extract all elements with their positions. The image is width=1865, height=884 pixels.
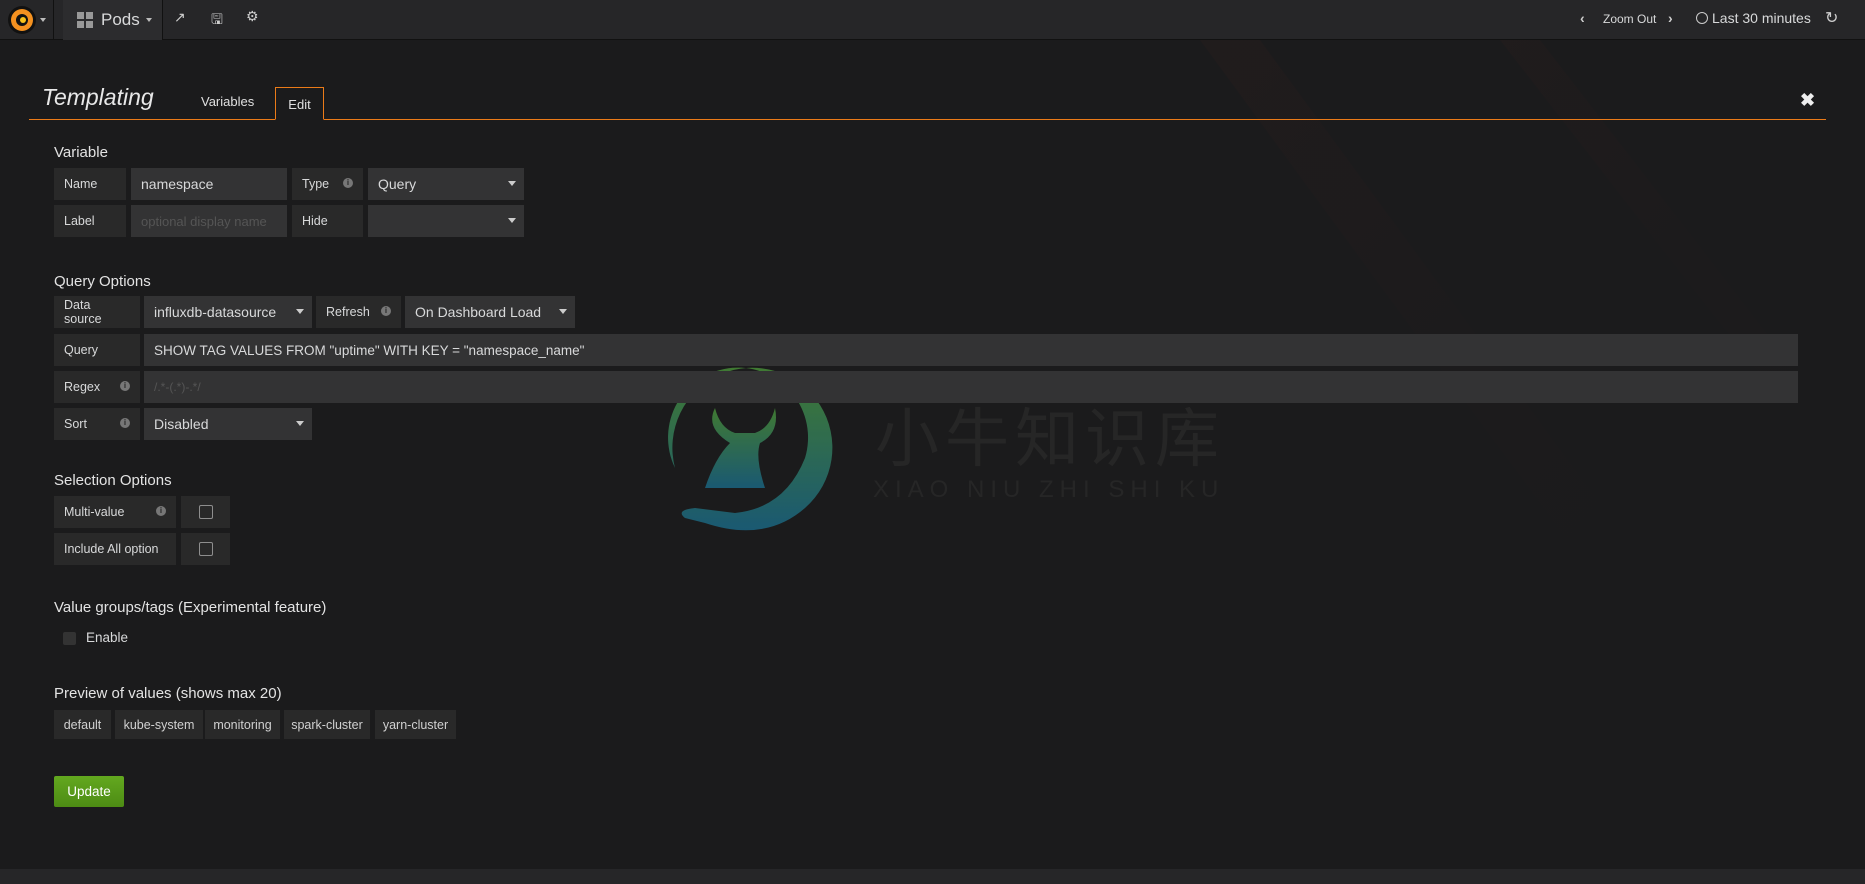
grafana-logo-icon: [8, 6, 36, 34]
enable-label: Enable: [86, 630, 129, 645]
sort-value: Disabled: [154, 416, 209, 432]
name-input[interactable]: namespace: [131, 168, 287, 200]
selection-options-heading: Selection Options: [54, 472, 172, 489]
multi-value-label: Multi-value i: [54, 496, 176, 528]
chevron-left-icon[interactable]: ‹: [1580, 10, 1585, 26]
preview-value: monitoring: [205, 710, 280, 739]
preview-value: default: [54, 710, 111, 739]
refresh-value: On Dashboard Load: [415, 304, 542, 320]
time-range-picker[interactable]: Last 30 minutes: [1712, 10, 1811, 26]
multi-value-checkbox[interactable]: [181, 496, 230, 528]
info-icon[interactable]: i: [120, 418, 130, 428]
variable-heading: Variable: [54, 144, 108, 161]
grafana-menu-button[interactable]: [0, 0, 54, 40]
info-icon[interactable]: i: [343, 178, 353, 188]
refresh-select[interactable]: On Dashboard Load: [405, 296, 575, 328]
caret-down-icon: [296, 421, 304, 426]
type-label: Type i: [292, 168, 363, 200]
preview-value: spark-cluster: [284, 710, 370, 739]
type-label-text: Type: [302, 177, 330, 191]
watermark-subtitle: XIAO NIU ZHI SHI KU: [873, 476, 1225, 503]
caret-down-icon: [559, 309, 567, 314]
update-button[interactable]: Update: [54, 776, 124, 807]
chevron-right-icon[interactable]: ›: [1668, 10, 1673, 26]
refresh-icon[interactable]: ↻: [1825, 8, 1838, 28]
caret-down-icon: [296, 309, 304, 314]
label-label: Label: [54, 205, 126, 237]
top-navbar: Pods ↗ 🖫 ⚙ ‹ Zoom Out › Last 30 minutes …: [0, 0, 1865, 40]
regex-label-text: Regex: [64, 380, 101, 394]
value-groups-heading: Value groups/tags (Experimental feature): [54, 599, 327, 616]
share-icon[interactable]: ↗: [174, 9, 186, 26]
info-icon[interactable]: i: [381, 306, 391, 316]
page-title: Templating: [42, 84, 154, 110]
type-select[interactable]: Query: [368, 168, 524, 200]
preview-heading: Preview of values (shows max 20): [54, 685, 282, 702]
query-label: Query: [54, 334, 140, 366]
tab-variables[interactable]: Variables: [201, 94, 254, 109]
preview-value: kube-system: [115, 710, 203, 739]
tab-edit[interactable]: Edit: [275, 87, 324, 120]
info-icon[interactable]: i: [120, 381, 130, 391]
dashboard-picker[interactable]: Pods: [63, 0, 163, 40]
caret-down-icon: [145, 18, 152, 22]
dashboard-title: Pods: [101, 10, 140, 29]
datasource-select[interactable]: influxdb-datasource: [144, 296, 312, 328]
refresh-label-text: Refresh: [326, 305, 370, 319]
hide-label: Hide: [292, 205, 363, 237]
refresh-label: Refresh i: [316, 296, 401, 328]
label-placeholder: optional display name: [141, 213, 267, 229]
hide-select[interactable]: [368, 205, 524, 237]
regex-placeholder: /.*-(.*)-.*/: [154, 380, 201, 394]
sort-label: Sort i: [54, 408, 140, 440]
gear-icon[interactable]: ⚙: [246, 8, 259, 25]
sort-label-text: Sort: [64, 417, 87, 431]
footer-bar: [0, 869, 1865, 884]
regex-label: Regex i: [54, 371, 140, 403]
multi-value-label-text: Multi-value: [64, 505, 125, 519]
caret-down-icon: [508, 181, 516, 186]
datasource-value: influxdb-datasource: [154, 304, 277, 320]
caret-down-icon: [40, 18, 46, 22]
label-input[interactable]: optional display name: [131, 205, 287, 237]
checkbox-icon: [198, 542, 213, 556]
datasource-label: Data source: [54, 296, 140, 328]
include-all-checkbox[interactable]: [181, 533, 230, 565]
dashboard-grid-icon: [77, 12, 93, 28]
include-all-label: Include All option: [54, 533, 176, 565]
close-icon[interactable]: ✖: [1800, 90, 1815, 111]
checkbox-icon: [198, 505, 213, 519]
name-label: Name: [54, 168, 126, 200]
clock-icon: [1696, 12, 1708, 24]
info-icon[interactable]: i: [156, 506, 166, 516]
preview-value: yarn-cluster: [375, 710, 456, 739]
save-icon[interactable]: 🖫: [211, 9, 223, 33]
caret-down-icon: [508, 218, 516, 223]
type-value: Query: [378, 176, 417, 192]
zoom-out-button[interactable]: Zoom Out: [1603, 12, 1656, 26]
enable-checkbox[interactable]: [63, 632, 76, 645]
query-options-heading: Query Options: [54, 273, 151, 290]
regex-input[interactable]: /.*-(.*)-.*/: [144, 371, 1798, 403]
query-input[interactable]: SHOW TAG VALUES FROM "uptime" WITH KEY =…: [144, 334, 1798, 366]
sort-select[interactable]: Disabled: [144, 408, 312, 440]
